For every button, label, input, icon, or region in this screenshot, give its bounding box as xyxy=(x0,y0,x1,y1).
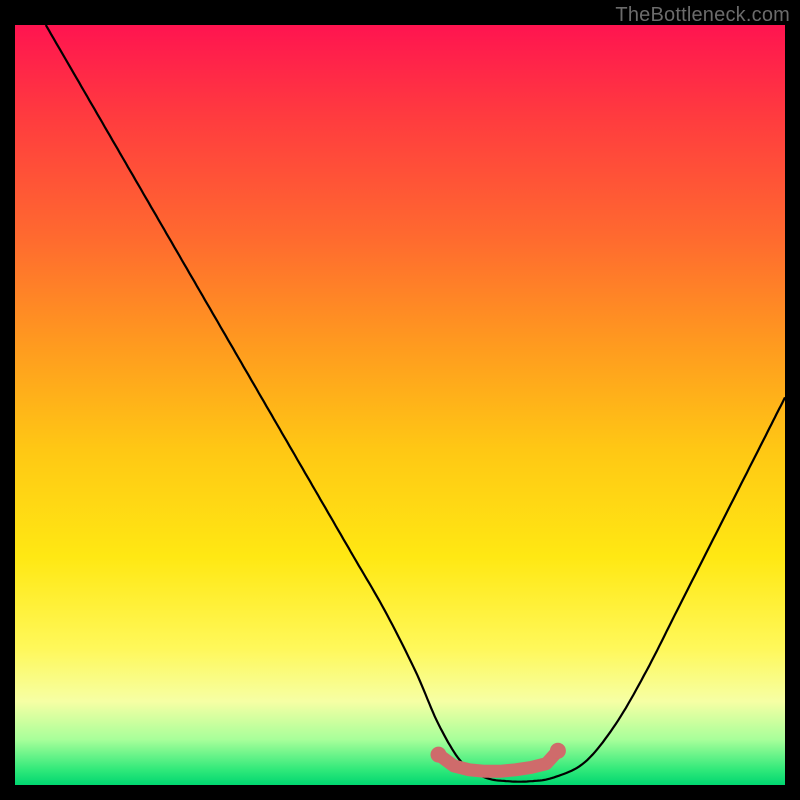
bottleneck-curve xyxy=(46,25,785,782)
curve-layer xyxy=(15,25,785,785)
highlight-start-dot xyxy=(431,747,447,763)
plot-area xyxy=(15,25,785,785)
chart-frame: TheBottleneck.com xyxy=(0,0,800,800)
highlight-end-dot xyxy=(550,743,566,759)
watermark-text: TheBottleneck.com xyxy=(615,4,790,27)
